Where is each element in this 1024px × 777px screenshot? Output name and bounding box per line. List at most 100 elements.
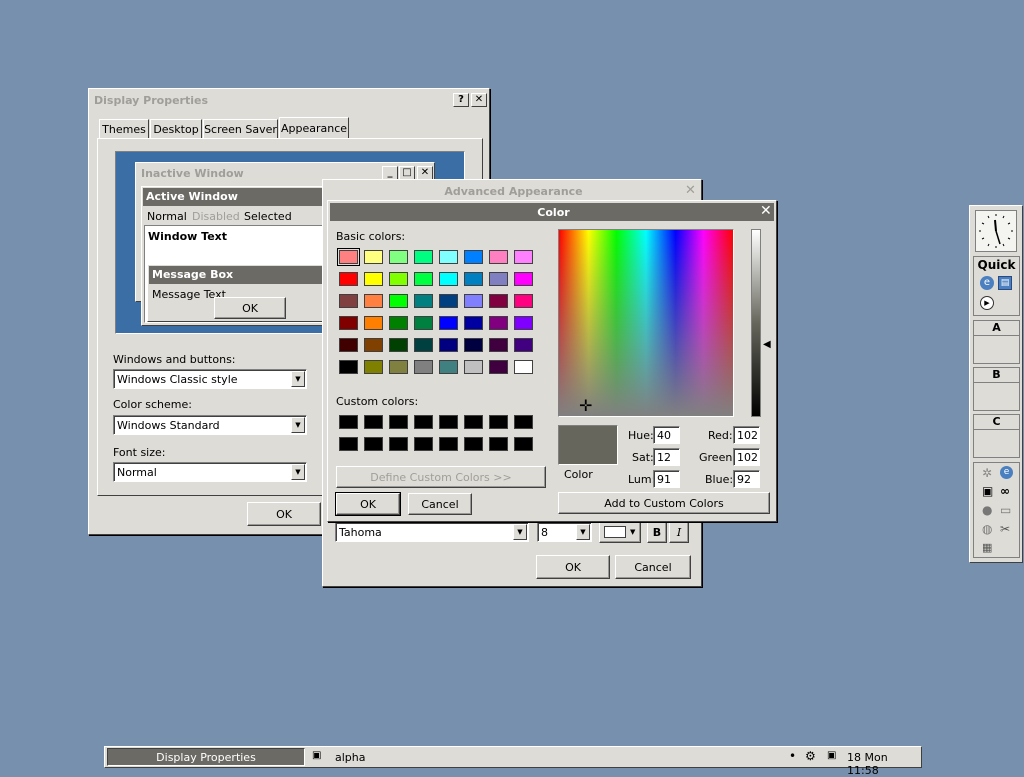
taskbar-item-display-properties[interactable]: Display Properties [107,748,305,766]
custom-color-swatch[interactable] [439,415,458,429]
basic-color-swatch[interactable] [464,294,483,308]
basic-color-swatch[interactable] [439,316,458,330]
color-dialog-titlebar[interactable]: Color [330,203,774,221]
color-scheme-select[interactable]: Windows Standard ▼ [113,415,307,435]
desk-b[interactable]: B [973,367,1020,411]
notes-icon[interactable]: ▦ [982,541,992,554]
basic-color-swatch[interactable] [364,294,383,308]
settings-icon[interactable]: ✲ [982,466,992,480]
advanced-appearance-titlebar[interactable]: Advanced Appearance [325,182,699,200]
clock-widget[interactable] [975,210,1017,252]
basic-color-swatch[interactable] [364,360,383,374]
browser-icon[interactable]: e [980,276,994,290]
custom-color-swatch[interactable] [489,437,508,451]
color-cancel-button[interactable]: Cancel [408,493,472,515]
user-icon[interactable]: ● [982,503,992,517]
basic-color-swatch[interactable] [389,316,408,330]
tab-themes[interactable]: Themes [99,119,149,139]
desk-c[interactable]: C [973,414,1020,458]
blue-input[interactable]: 92 [733,470,760,488]
custom-color-swatch[interactable] [364,415,383,429]
custom-color-swatch[interactable] [464,415,483,429]
basic-color-swatch[interactable] [389,294,408,308]
custom-color-swatch[interactable] [464,437,483,451]
tab-screen-saver[interactable]: Screen Saver [203,119,278,139]
basic-color-swatch[interactable] [464,338,483,352]
basic-color-swatch[interactable] [514,250,533,264]
advanced-ok-button[interactable]: OK [536,555,610,579]
basic-color-swatch[interactable] [439,360,458,374]
basic-color-swatch[interactable] [489,316,508,330]
basic-color-swatch[interactable] [414,316,433,330]
custom-color-swatch[interactable] [389,415,408,429]
basic-color-swatch[interactable] [489,338,508,352]
help-button[interactable]: ? [453,93,469,107]
add-to-custom-colors-button[interactable]: Add to Custom Colors [558,492,770,514]
tools-icon[interactable]: ✂ [1000,522,1010,536]
basic-color-swatch[interactable] [389,360,408,374]
sat-input[interactable]: 12 [653,448,680,466]
basic-color-swatch[interactable] [439,250,458,264]
printer-icon[interactable]: ▭ [1000,503,1011,517]
bold-button[interactable]: B [647,521,667,543]
close-button[interactable]: ✕ [471,93,487,107]
basic-color-swatch[interactable] [514,360,533,374]
browser-icon[interactable]: e [1000,466,1013,479]
font-color-button[interactable]: ▼ [599,521,641,543]
custom-color-swatch[interactable] [389,437,408,451]
custom-color-swatch[interactable] [414,415,433,429]
color-close-icon[interactable]: ✕ [760,203,772,219]
custom-color-swatch[interactable] [414,437,433,451]
basic-color-swatch[interactable] [514,338,533,352]
basic-color-swatch[interactable] [514,294,533,308]
basic-color-swatch[interactable] [464,316,483,330]
basic-color-swatch[interactable] [364,338,383,352]
desk-a[interactable]: A [973,320,1020,364]
custom-color-swatch[interactable] [439,437,458,451]
basic-color-swatch[interactable] [339,272,358,286]
basic-color-swatch[interactable] [464,360,483,374]
hue-input[interactable]: 40 [653,426,680,444]
basic-color-swatch[interactable] [389,272,408,286]
basic-color-swatch[interactable] [339,316,358,330]
desktop-name[interactable]: alpha [335,751,366,764]
italic-button[interactable]: I [669,521,689,543]
advanced-size-select[interactable]: 8 ▼ [537,522,592,542]
tray-network-icon[interactable]: ⚙ [805,749,816,763]
basic-color-swatch[interactable] [414,338,433,352]
basic-color-swatch[interactable] [489,294,508,308]
color-spectrum[interactable]: ✛ [558,229,734,417]
lum-input[interactable]: 91 [653,470,680,488]
basic-color-swatch[interactable] [414,250,433,264]
basic-color-swatch[interactable] [337,248,360,266]
basic-color-swatch[interactable] [489,250,508,264]
basic-color-swatch[interactable] [439,294,458,308]
basic-color-swatch[interactable] [339,338,358,352]
red-input[interactable]: 102 [733,426,760,444]
basic-color-swatch[interactable] [364,316,383,330]
basic-color-swatch[interactable] [414,272,433,286]
advanced-cancel-button[interactable]: Cancel [615,555,691,579]
basic-color-swatch[interactable] [464,272,483,286]
basic-color-swatch[interactable] [514,316,533,330]
basic-color-swatch[interactable] [514,272,533,286]
basic-color-swatch[interactable] [489,360,508,374]
display-ok-button[interactable]: OK [247,502,321,526]
basic-color-swatch[interactable] [414,360,433,374]
custom-color-swatch[interactable] [339,415,358,429]
advanced-font-select[interactable]: Tahoma ▼ [335,522,529,542]
basic-color-swatch[interactable] [439,272,458,286]
advanced-close-icon[interactable]: ✕ [685,183,696,198]
custom-color-swatch[interactable] [514,437,533,451]
basic-color-swatch[interactable] [339,360,358,374]
basic-color-swatch[interactable] [364,272,383,286]
computer-icon[interactable]: ▣ [982,484,993,498]
display-properties-titlebar[interactable]: Display Properties [91,91,487,109]
custom-color-swatch[interactable] [489,415,508,429]
tab-appearance[interactable]: Appearance [279,117,349,139]
tray-window-icon[interactable]: ▣ [827,750,836,761]
basic-color-swatch[interactable] [489,272,508,286]
basic-color-swatch[interactable] [339,294,358,308]
custom-color-swatch[interactable] [514,415,533,429]
custom-color-swatch[interactable] [339,437,358,451]
